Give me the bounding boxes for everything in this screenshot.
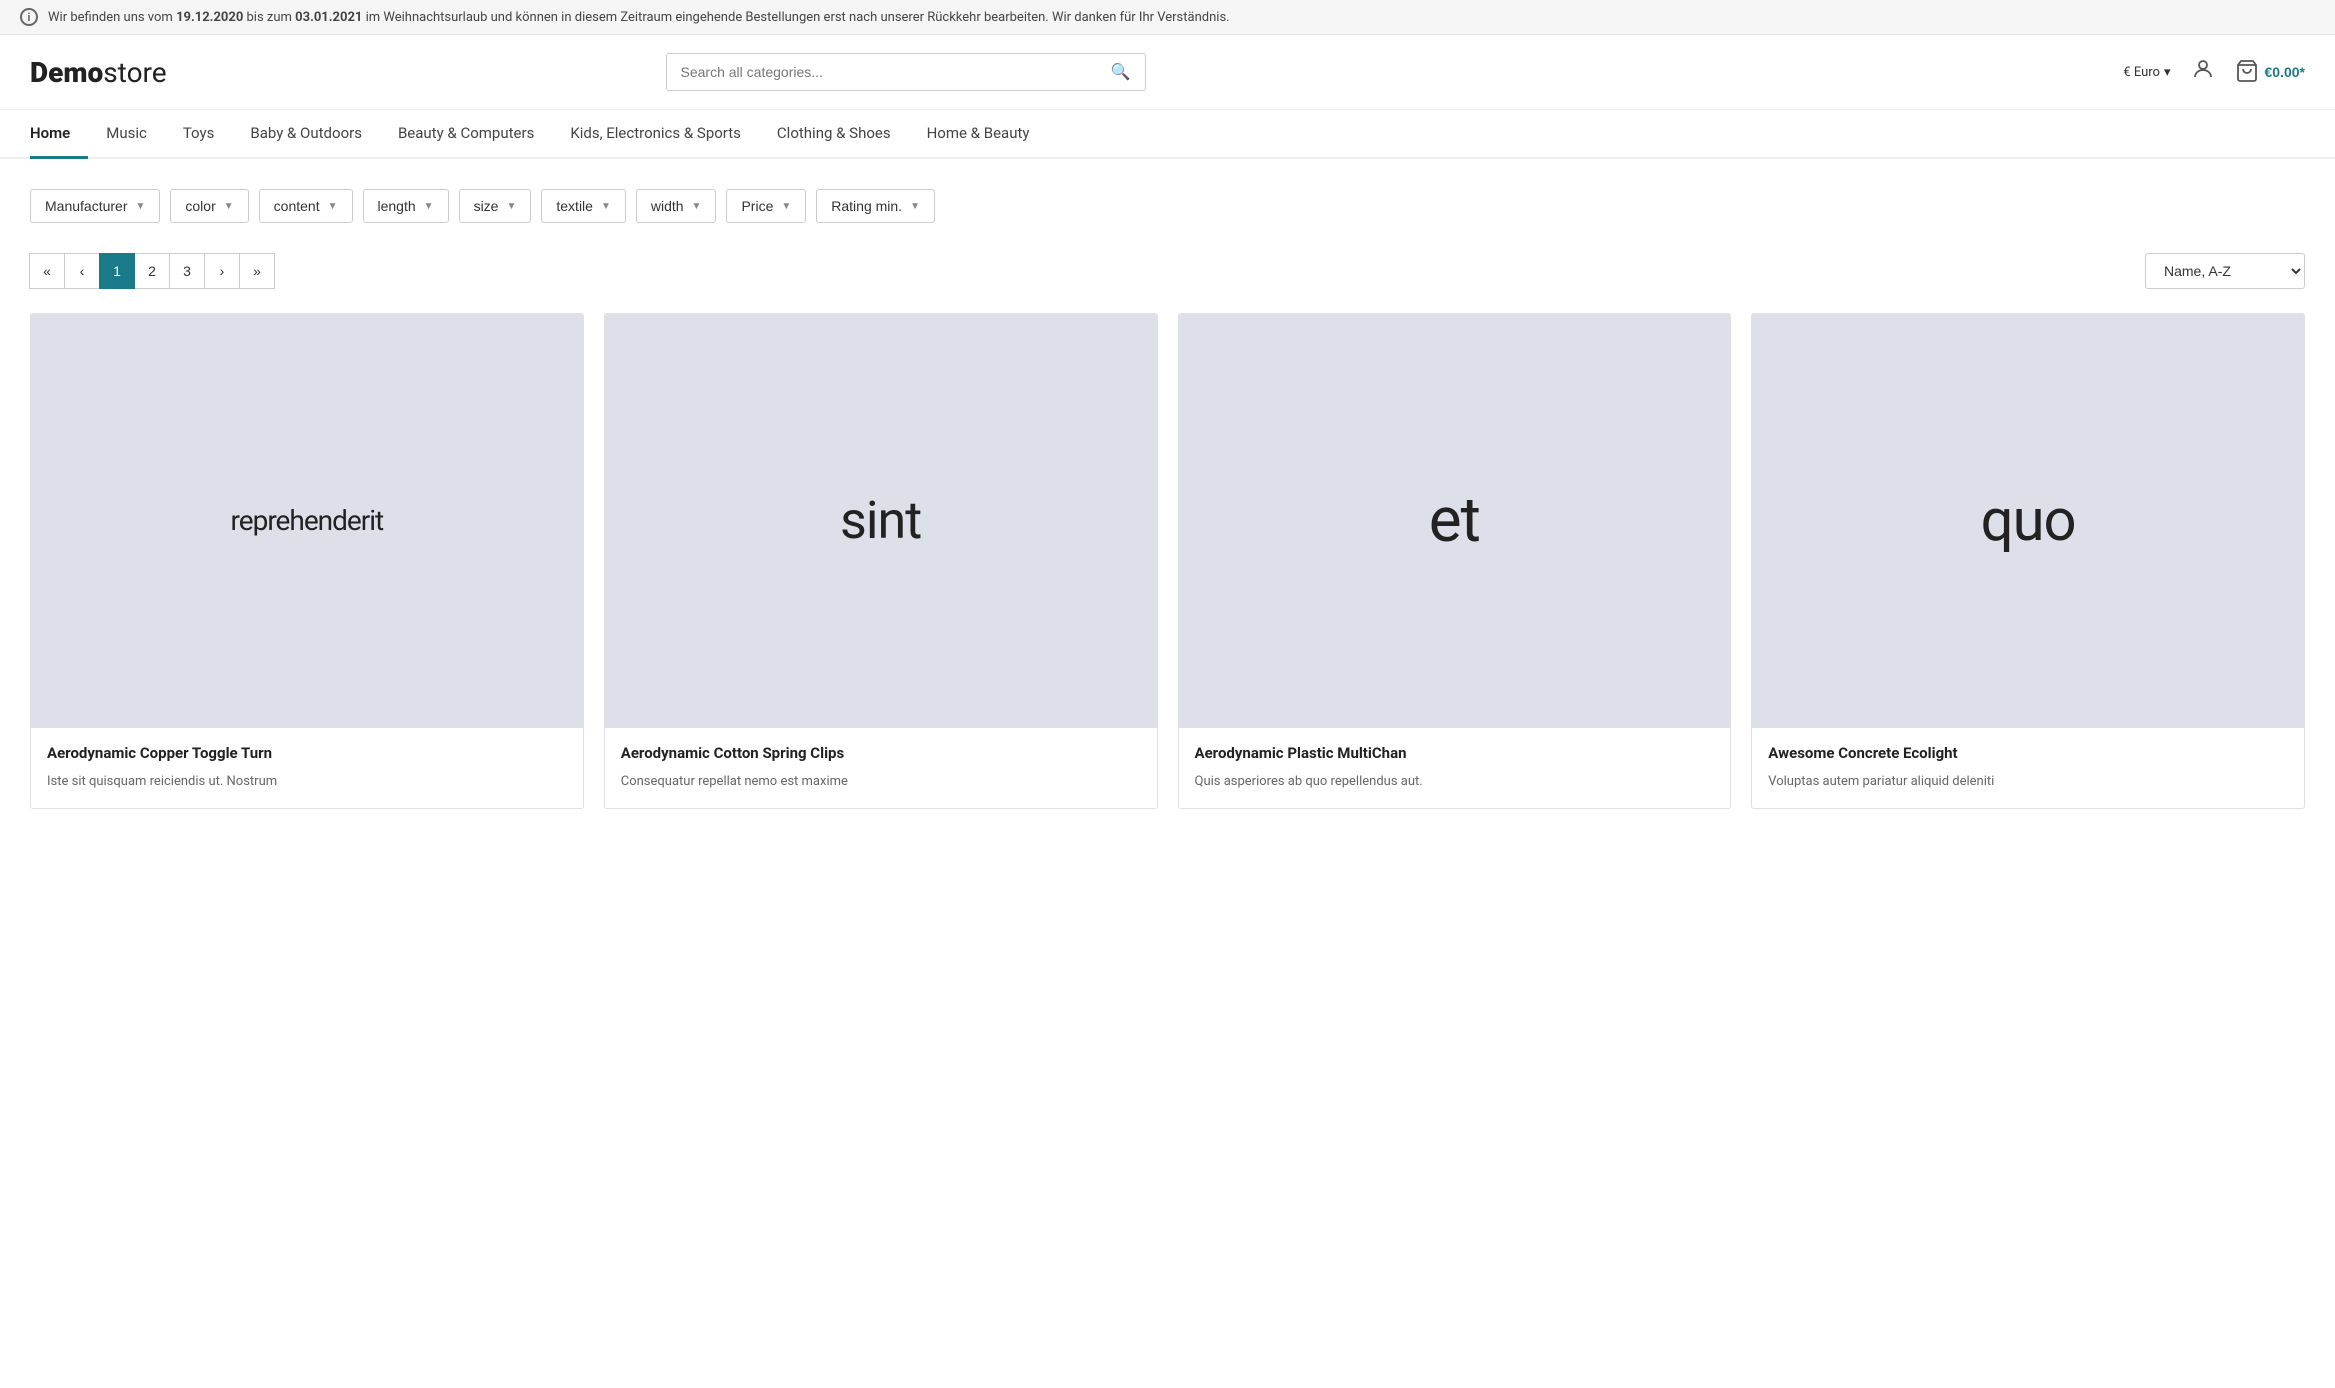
info-icon: i bbox=[20, 8, 38, 26]
filter-rating-label: Rating min. bbox=[831, 198, 902, 214]
pagination: « ‹ 1 2 3 › » bbox=[30, 253, 275, 289]
chevron-down-icon: ▼ bbox=[328, 201, 338, 212]
product-image: et bbox=[1179, 314, 1731, 728]
filter-color[interactable]: color ▼ bbox=[170, 189, 248, 223]
product-image-text: et bbox=[1429, 484, 1480, 557]
header: Demostore 🔍 € Euro ▾ bbox=[0, 35, 2335, 110]
currency-chevron-icon: ▾ bbox=[2164, 65, 2171, 80]
product-name: Aerodynamic Copper Toggle Turn bbox=[47, 744, 567, 764]
sort-select[interactable]: Name, A-Z Name, Z-A Price, low to high P… bbox=[2145, 253, 2305, 289]
product-card[interactable]: et Aerodynamic Plastic MultiChan Quis as… bbox=[1178, 313, 1732, 809]
chevron-down-icon: ▼ bbox=[135, 201, 145, 212]
main-nav: Home Music Toys Baby & Outdoors Beauty &… bbox=[0, 110, 2335, 159]
announcement-text: Wir befinden uns vom 19.12.2020 bis zum … bbox=[48, 10, 1230, 25]
search-input[interactable] bbox=[681, 64, 1111, 80]
search-icon: 🔍 bbox=[1111, 64, 1131, 81]
product-description: Consequatur repellat nemo est maxime bbox=[621, 773, 1141, 791]
product-name: Aerodynamic Plastic MultiChan bbox=[1195, 744, 1715, 764]
chevron-down-icon: ▼ bbox=[506, 201, 516, 212]
chevron-down-icon: ▼ bbox=[224, 201, 234, 212]
nav-item-home[interactable]: Home bbox=[30, 110, 88, 159]
cart-button[interactable]: €0.00* bbox=[2235, 59, 2305, 86]
product-grid: reprehenderit Aerodynamic Copper Toggle … bbox=[30, 313, 2305, 809]
product-image-text: quo bbox=[1981, 487, 2076, 555]
product-description: Voluptas autem pariatur aliquid deleniti bbox=[1768, 773, 2288, 791]
chevron-down-icon: ▼ bbox=[910, 201, 920, 212]
filter-content[interactable]: content ▼ bbox=[259, 189, 353, 223]
currency-label: € Euro bbox=[2123, 65, 2160, 80]
chevron-down-icon: ▼ bbox=[781, 201, 791, 212]
page-3-button[interactable]: 3 bbox=[169, 253, 205, 289]
product-card[interactable]: reprehenderit Aerodynamic Copper Toggle … bbox=[30, 313, 584, 809]
page-2-button[interactable]: 2 bbox=[134, 253, 170, 289]
product-description: Iste sit quisquam reiciendis ut. Nostrum bbox=[47, 773, 567, 791]
account-button[interactable] bbox=[2191, 57, 2215, 87]
nav-item-baby-outdoors[interactable]: Baby & Outdoors bbox=[232, 110, 380, 159]
filter-width-label: width bbox=[651, 198, 684, 214]
filter-content-label: content bbox=[274, 198, 320, 214]
filter-size-label: size bbox=[474, 198, 499, 214]
header-actions: € Euro ▾ €0.00* bbox=[2123, 57, 2305, 87]
filter-color-label: color bbox=[185, 198, 215, 214]
cart-icon bbox=[2235, 59, 2259, 86]
filter-manufacturer[interactable]: Manufacturer ▼ bbox=[30, 189, 160, 223]
logo-bold: Demo bbox=[30, 56, 103, 89]
page-first-button[interactable]: « bbox=[29, 253, 65, 289]
product-image: quo bbox=[1752, 314, 2304, 728]
filter-textile[interactable]: textile ▼ bbox=[541, 189, 625, 223]
page-1-button[interactable]: 1 bbox=[99, 253, 135, 289]
filter-length-label: length bbox=[378, 198, 416, 214]
product-info: Aerodynamic Cotton Spring Clips Consequa… bbox=[605, 728, 1157, 808]
nav-item-kids-electronics[interactable]: Kids, Electronics & Sports bbox=[552, 110, 759, 159]
logo[interactable]: Demostore bbox=[30, 56, 167, 89]
product-card[interactable]: quo Awesome Concrete Ecolight Voluptas a… bbox=[1751, 313, 2305, 809]
chevron-down-icon: ▼ bbox=[424, 201, 434, 212]
product-card[interactable]: sint Aerodynamic Cotton Spring Clips Con… bbox=[604, 313, 1158, 809]
filters-row: Manufacturer ▼ color ▼ content ▼ length … bbox=[30, 189, 2305, 223]
filter-price[interactable]: Price ▼ bbox=[726, 189, 806, 223]
filter-textile-label: textile bbox=[556, 198, 593, 214]
nav-item-clothing-shoes[interactable]: Clothing & Shoes bbox=[759, 110, 909, 159]
chevron-down-icon: ▼ bbox=[692, 201, 702, 212]
product-image: reprehenderit bbox=[31, 314, 583, 728]
cart-price: €0.00* bbox=[2265, 64, 2305, 80]
product-image-text: sint bbox=[840, 490, 921, 551]
product-name: Aerodynamic Cotton Spring Clips bbox=[621, 744, 1141, 764]
account-icon bbox=[2191, 57, 2215, 87]
nav-item-home-beauty[interactable]: Home & Beauty bbox=[909, 110, 1048, 159]
filter-rating[interactable]: Rating min. ▼ bbox=[816, 189, 935, 223]
product-info: Aerodynamic Plastic MultiChan Quis asper… bbox=[1179, 728, 1731, 808]
pagination-sort-row: « ‹ 1 2 3 › » Name, A-Z Name, Z-A Price,… bbox=[30, 253, 2305, 289]
logo-light: store bbox=[103, 56, 166, 89]
filter-width[interactable]: width ▼ bbox=[636, 189, 717, 223]
page-prev-button[interactable]: ‹ bbox=[64, 253, 100, 289]
main-content: Manufacturer ▼ color ▼ content ▼ length … bbox=[0, 159, 2335, 839]
product-info: Awesome Concrete Ecolight Voluptas autem… bbox=[1752, 728, 2304, 808]
search-bar: 🔍 bbox=[666, 53, 1146, 91]
filter-manufacturer-label: Manufacturer bbox=[45, 198, 127, 214]
currency-selector[interactable]: € Euro ▾ bbox=[2123, 65, 2170, 80]
announcement-bar: i Wir befinden uns vom 19.12.2020 bis zu… bbox=[0, 0, 2335, 35]
chevron-down-icon: ▼ bbox=[601, 201, 611, 212]
filter-size[interactable]: size ▼ bbox=[459, 189, 532, 223]
page-last-button[interactable]: » bbox=[239, 253, 275, 289]
product-image-text: reprehenderit bbox=[231, 504, 384, 537]
filter-price-label: Price bbox=[741, 198, 773, 214]
nav-item-toys[interactable]: Toys bbox=[165, 110, 233, 159]
page-next-button[interactable]: › bbox=[204, 253, 240, 289]
filter-length[interactable]: length ▼ bbox=[363, 189, 449, 223]
product-image: sint bbox=[605, 314, 1157, 728]
nav-item-music[interactable]: Music bbox=[88, 110, 165, 159]
product-name: Awesome Concrete Ecolight bbox=[1768, 744, 2288, 764]
product-info: Aerodynamic Copper Toggle Turn Iste sit … bbox=[31, 728, 583, 808]
product-description: Quis asperiores ab quo repellendus aut. bbox=[1195, 773, 1715, 791]
nav-item-beauty-computers[interactable]: Beauty & Computers bbox=[380, 110, 552, 159]
search-button[interactable]: 🔍 bbox=[1111, 62, 1131, 82]
